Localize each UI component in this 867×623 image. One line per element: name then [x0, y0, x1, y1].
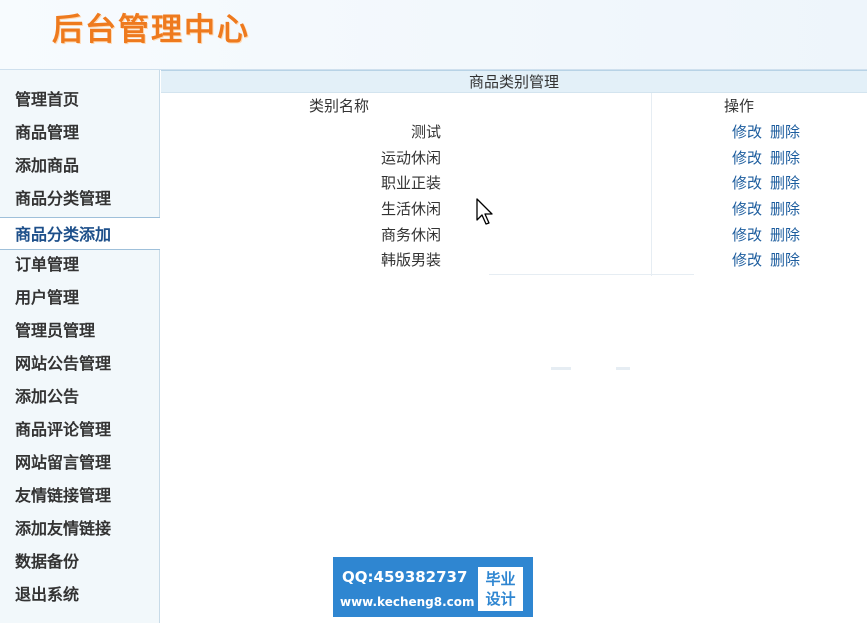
delete-link[interactable]: 删除: [770, 251, 800, 269]
category-name: 生活休闲: [380, 200, 441, 218]
row-actions: 修改 删除: [732, 173, 800, 193]
table-divider: [489, 274, 694, 275]
delete-link[interactable]: 删除: [770, 149, 800, 167]
delete-link[interactable]: 删除: [770, 226, 800, 244]
header-banner: 后台管理中心: [0, 0, 867, 70]
sidebar-item-link-management[interactable]: 友情链接管理: [0, 479, 159, 512]
sidebar-item-admin-management[interactable]: 管理员管理: [0, 314, 159, 347]
delete-link[interactable]: 删除: [770, 200, 800, 218]
row-actions: 修改 删除: [732, 199, 800, 219]
row-actions: 修改 删除: [732, 148, 800, 168]
row-actions: 修改 删除: [732, 225, 800, 245]
delete-link[interactable]: 删除: [770, 123, 800, 141]
table-divider: [551, 367, 571, 370]
edit-link[interactable]: 修改: [732, 149, 762, 167]
watermark-qq-text: QQ:459382737: [342, 568, 468, 586]
sidebar-item-comment-management[interactable]: 商品评论管理: [0, 413, 159, 446]
category-name: 韩版男装: [380, 251, 441, 269]
app-title: 后台管理中心: [52, 12, 250, 48]
sidebar-item-user-management[interactable]: 用户管理: [0, 281, 159, 314]
row-actions: 修改 删除: [732, 250, 800, 270]
watermark-badge: 毕业 设计: [478, 567, 523, 611]
category-name: 职业正装: [380, 174, 441, 192]
sidebar-item-data-backup[interactable]: 数据备份: [0, 545, 159, 578]
category-name: 商务休闲: [380, 226, 441, 244]
sidebar-item-admin-home[interactable]: 管理首页: [0, 83, 159, 116]
sidebar-item-add-product[interactable]: 添加商品: [0, 149, 159, 182]
sidebar-item-announcement-management[interactable]: 网站公告管理: [0, 347, 159, 380]
sidebar-item-add-announcement[interactable]: 添加公告: [0, 380, 159, 413]
watermark-site-text: www.kecheng8.com: [340, 595, 475, 609]
column-header-name: 类别名称: [309, 97, 370, 115]
watermark-banner: QQ:459382737 www.kecheng8.com 毕业 设计: [333, 557, 533, 617]
delete-link[interactable]: 删除: [770, 174, 800, 192]
edit-link[interactable]: 修改: [732, 200, 762, 218]
main-content: 商品类别管理 类别名称 操作 测试 修改 删除 运动休闲 修改 删除 职业正装 修改…: [161, 70, 867, 623]
sidebar-item-message-management[interactable]: 网站留言管理: [0, 446, 159, 479]
table-divider: [651, 93, 652, 276]
category-name: 测试: [410, 123, 441, 141]
sidebar-item-category-management[interactable]: 商品分类管理: [0, 182, 159, 215]
edit-link[interactable]: 修改: [732, 174, 762, 192]
sidebar-item-add-link[interactable]: 添加友情链接: [0, 512, 159, 545]
column-header-actions: 操作: [724, 97, 755, 115]
panel-title: 商品类别管理: [161, 70, 867, 93]
sidebar-item-order-management[interactable]: 订单管理: [0, 248, 159, 281]
sidebar-nav: 管理首页 商品管理 添加商品 商品分类管理 商品分类添加 订单管理 用户管理 管…: [0, 70, 160, 623]
edit-link[interactable]: 修改: [732, 123, 762, 141]
watermark-badge-line2: 设计: [485, 590, 516, 608]
watermark-badge-line1: 毕业: [485, 570, 516, 588]
mouse-cursor-icon: [476, 198, 493, 225]
sidebar-item-product-management[interactable]: 商品管理: [0, 116, 159, 149]
row-actions: 修改 删除: [732, 122, 800, 142]
sidebar-item-add-category[interactable]: 商品分类添加: [0, 217, 160, 250]
table-divider: [616, 367, 630, 370]
sidebar-item-logout[interactable]: 退出系统: [0, 578, 159, 611]
edit-link[interactable]: 修改: [732, 251, 762, 269]
category-name: 运动休闲: [380, 149, 441, 167]
edit-link[interactable]: 修改: [732, 226, 762, 244]
